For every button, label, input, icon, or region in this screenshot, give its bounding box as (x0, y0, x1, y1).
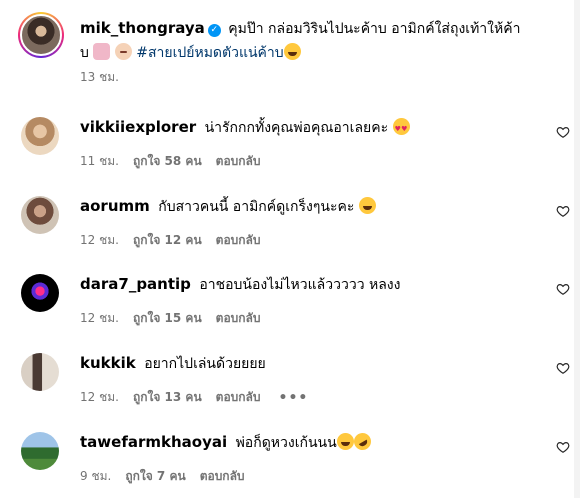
comment-text: กับสาวคนนี้ อามิกค์ดูเกร็งๆนะคะ (158, 199, 355, 215)
comment-item: vikkiiexplorer น่ารักกกทั้งคุณพ่อคุณอาเล… (18, 117, 574, 177)
baby-emoji-icon (114, 43, 132, 60)
commenter-avatar[interactable] (21, 353, 59, 391)
verified-badge-icon: ✓ (207, 24, 221, 37)
commenter-avatar[interactable] (21, 196, 59, 234)
reply-button[interactable]: ตอบกลับ (216, 388, 261, 407)
laughing-emoji-icon (336, 433, 354, 450)
comment-timestamp: 12 ชม. (80, 390, 119, 404)
like-heart-icon[interactable] (556, 361, 570, 375)
comment-item: tawefarmkhaoyai พ่อก็ดูหวงเก้นนน 9 ชม. ถ… (18, 429, 574, 492)
ballet-shoes-emoji-icon (93, 43, 111, 60)
laughing-emoji-icon (358, 197, 376, 214)
author-avatar[interactable] (18, 12, 64, 58)
comment-text: พ่อก็ดูหวงเก้นนน (235, 435, 337, 451)
comment-item: aorumm กับสาวคนนี้ อามิกค์ดูเกร็งๆนะคะ 1… (18, 196, 574, 256)
laughing-emoji-icon (283, 43, 301, 60)
comment-likes-count[interactable]: ถูกใจ 58 คน (133, 152, 202, 171)
commenter-avatar[interactable] (21, 117, 59, 155)
like-heart-icon[interactable] (556, 204, 570, 218)
like-heart-icon[interactable] (556, 125, 570, 139)
commenter-avatar[interactable] (21, 274, 59, 312)
caption-line1: คุมป๊า กล่อมวิรินไปนะค้าบ อามิกค์ใส่ถุงเ… (228, 21, 521, 37)
reply-button[interactable]: ตอบกลับ (216, 231, 261, 250)
comment-timestamp: 12 ชม. (80, 311, 119, 325)
commenter-avatar[interactable] (21, 432, 59, 470)
comment-item: dara7_pantip อาชอบน้องไม่ไหวแล้ววววว หลง… (18, 274, 574, 334)
commenter-username[interactable]: tawefarmkhaoyai (80, 433, 227, 451)
caption-line2-prefix: บ (80, 45, 89, 61)
commenter-username[interactable]: dara7_pantip (80, 275, 191, 293)
reply-button[interactable]: ตอบกลับ (216, 309, 261, 328)
commenter-username[interactable]: kukkik (80, 354, 136, 372)
commenter-username[interactable]: aorumm (80, 197, 150, 215)
reply-button[interactable]: ตอบกลับ (216, 152, 261, 171)
scrollbar-track[interactable] (574, 0, 580, 498)
comment-text: อยากไปเล่นด้วยยยย (144, 356, 266, 372)
comment-likes-count[interactable]: ถูกใจ 12 คน (133, 231, 202, 250)
comment-likes-count[interactable]: ถูกใจ 15 คน (133, 309, 202, 328)
comment-item: kukkik อยากไปเล่นด้วยยยย 12 ชม. ถูกใจ 13… (18, 353, 574, 413)
comment-timestamp: 12 ชม. (80, 233, 119, 247)
heart-eyes-emoji-icon (392, 118, 410, 139)
like-heart-icon[interactable] (556, 282, 570, 296)
comment-likes-count[interactable]: ถูกใจ 13 คน (133, 388, 202, 407)
comment-timestamp: 9 ชม. (80, 469, 112, 483)
comment-text: น่ารักกกทั้งคุณพ่อคุณอาเลยคะ (204, 120, 389, 136)
comment-timestamp: 11 ชม. (80, 154, 119, 168)
caption-text: mik_thongraya ✓ คุมป๊า กล่อมวิรินไปนะค้าบ… (80, 16, 560, 65)
commenter-username[interactable]: vikkiiexplorer (80, 118, 196, 136)
rofl-emoji-icon (350, 429, 374, 454)
comment-likes-count[interactable]: ถูกใจ 7 คน (125, 467, 185, 486)
more-options-icon[interactable]: ••• (279, 390, 309, 406)
like-heart-icon[interactable] (556, 440, 570, 454)
author-username[interactable]: mik_thongraya (80, 19, 205, 37)
caption-timestamp: 13 ชม. (80, 70, 119, 84)
comment-text: อาชอบน้องไม่ไหวแล้ววววว หลงง (199, 277, 401, 293)
caption-hashtag[interactable]: #สายเปย์หมดตัวแน่ค้าบ (136, 45, 283, 61)
reply-button[interactable]: ตอบกลับ (200, 467, 245, 486)
